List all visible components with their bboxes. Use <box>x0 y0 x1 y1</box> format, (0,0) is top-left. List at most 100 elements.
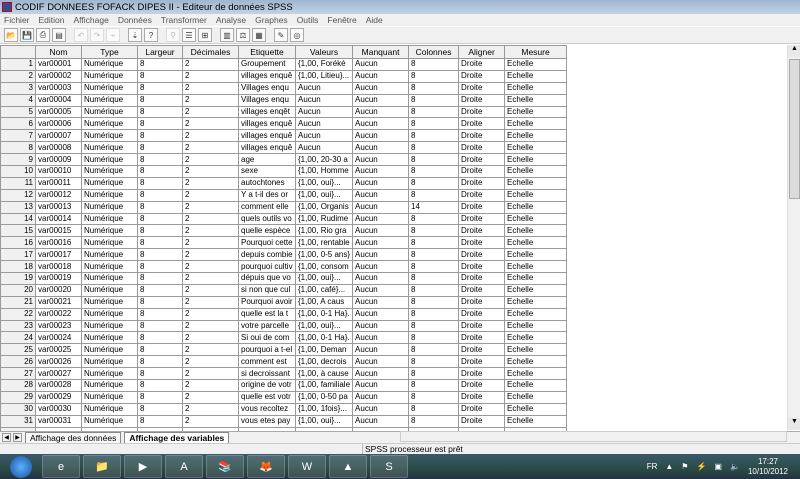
cell-nom[interactable]: var00031 <box>35 414 82 428</box>
word-icon[interactable]: W <box>288 455 326 478</box>
cell-valeurs[interactable]: Aucun <box>294 141 354 155</box>
cell-manquant[interactable]: Aucun <box>352 390 410 404</box>
language-indicator[interactable]: FR <box>647 462 658 471</box>
firefox-icon[interactable]: 🦊 <box>247 455 285 478</box>
cell-valeurs[interactable]: {1,00, consom <box>294 260 354 274</box>
row-number[interactable]: 23 <box>0 319 36 333</box>
cell-largeur[interactable]: 8 <box>137 117 183 131</box>
cell-type[interactable]: Numérique <box>81 402 138 416</box>
cell-largeur[interactable]: 8 <box>137 295 183 309</box>
cell-décimales[interactable]: 2 <box>182 212 239 226</box>
row-number[interactable]: 1 <box>0 58 36 71</box>
vlc-icon[interactable]: ▲ <box>329 455 367 478</box>
row-number[interactable]: 3 <box>0 81 36 95</box>
cell-colonnes[interactable]: 8 <box>408 414 460 428</box>
cell-colonnes[interactable]: 8 <box>408 117 460 131</box>
cell-aligner[interactable]: Droite <box>458 295 506 309</box>
cell-type[interactable]: Numérique <box>81 165 138 178</box>
column-header[interactable]: Nom <box>35 45 82 59</box>
menu-8[interactable]: Fenêtre <box>323 14 361 26</box>
cell-etiquette[interactable]: comment est <box>238 355 296 369</box>
tab-prev-icon[interactable]: ◀ <box>2 433 11 442</box>
cell-nom[interactable]: var00019 <box>35 272 82 285</box>
cell-largeur[interactable]: 8 <box>137 176 183 190</box>
cell-largeur[interactable]: 8 <box>137 355 183 369</box>
row-number[interactable]: 22 <box>0 307 36 321</box>
cell-type[interactable]: Numérique <box>81 379 138 392</box>
cell-aligner[interactable]: Droite <box>458 343 506 357</box>
cell-nom[interactable]: var00002 <box>35 69 82 83</box>
open-icon[interactable]: 📂 <box>4 28 18 42</box>
cell-colonnes[interactable]: 8 <box>408 390 460 404</box>
cell-valeurs[interactable]: Aucun <box>294 93 354 107</box>
cell-etiquette[interactable]: Y a t-il des or <box>238 188 296 202</box>
column-header[interactable]: Colonnes <box>408 45 460 59</box>
cell-aligner[interactable]: Droite <box>458 260 506 274</box>
cell-colonnes[interactable]: 8 <box>408 236 460 250</box>
cell-largeur[interactable]: 8 <box>137 200 183 214</box>
cell-nom[interactable]: var00009 <box>35 153 82 167</box>
cell-colonnes[interactable]: 8 <box>408 307 460 321</box>
cell-décimales[interactable]: 2 <box>182 153 239 167</box>
cell-valeurs[interactable]: {1,00, 0-50 pa <box>294 390 354 404</box>
cell-manquant[interactable]: Aucun <box>352 81 410 95</box>
menu-3[interactable]: Données <box>114 14 157 26</box>
cell-largeur[interactable]: 8 <box>137 188 183 202</box>
cell-nom[interactable]: var00027 <box>35 367 82 381</box>
cell-type[interactable]: Numérique <box>81 260 138 274</box>
cell-manquant[interactable]: Aucun <box>352 58 410 71</box>
cell-mesure[interactable]: Echelle <box>504 153 568 167</box>
horizontal-scrollbar[interactable] <box>400 431 787 442</box>
cell-nom[interactable]: var00004 <box>35 93 82 107</box>
cell-décimales[interactable]: 2 <box>182 93 239 107</box>
cell-valeurs[interactable]: {1,00, Rudime <box>294 212 354 226</box>
redo-icon[interactable]: ↷ <box>90 28 104 42</box>
cell-valeurs[interactable]: {1,00, oui}... <box>294 176 354 190</box>
cell-nom[interactable]: var00016 <box>35 236 82 250</box>
cell-mesure[interactable]: Echelle <box>504 367 568 381</box>
cell-colonnes[interactable]: 8 <box>408 272 460 285</box>
cell-etiquette[interactable]: autochtones <box>238 176 296 190</box>
cell-aligner[interactable]: Droite <box>458 81 506 95</box>
cell-largeur[interactable]: 8 <box>137 307 183 321</box>
column-header[interactable]: Mesure <box>504 45 568 59</box>
tab-variable-view[interactable]: Affichage des variables <box>124 432 230 443</box>
cell-manquant[interactable]: Aucun <box>352 141 410 155</box>
cell-etiquette[interactable]: Villages enqu <box>238 93 296 107</box>
cell-mesure[interactable]: Echelle <box>504 165 568 178</box>
cell-aligner[interactable]: Droite <box>458 200 506 214</box>
cell-aligner[interactable]: Droite <box>458 105 506 119</box>
menu-0[interactable]: Fichier <box>0 14 35 26</box>
row-number[interactable]: 21 <box>0 295 36 309</box>
cell-largeur[interactable]: 8 <box>137 414 183 428</box>
cell-colonnes[interactable]: 8 <box>408 69 460 83</box>
cell-largeur[interactable]: 8 <box>137 319 183 333</box>
cell-nom[interactable]: var00028 <box>35 379 82 392</box>
cell-décimales[interactable]: 2 <box>182 307 239 321</box>
cell-type[interactable]: Numérique <box>81 414 138 428</box>
cell-manquant[interactable]: Aucun <box>352 379 410 392</box>
column-header[interactable]: Manquant <box>352 45 410 59</box>
cell-valeurs[interactable]: Aucun <box>294 117 354 131</box>
cell-etiquette[interactable]: villages enquê <box>238 141 296 155</box>
weight-cases-icon[interactable]: ⚖ <box>236 28 250 42</box>
cell-décimales[interactable]: 2 <box>182 414 239 428</box>
cell-mesure[interactable]: Echelle <box>504 355 568 369</box>
cell-colonnes[interactable]: 8 <box>408 295 460 309</box>
cell-type[interactable]: Numérique <box>81 212 138 226</box>
show-hidden-icons-icon[interactable]: ▲ <box>665 462 673 471</box>
cell-nom[interactable]: var00023 <box>35 319 82 333</box>
cell-mesure[interactable]: Echelle <box>504 260 568 274</box>
find-icon[interactable]: ⚲ <box>166 28 180 42</box>
cell-manquant[interactable]: Aucun <box>352 331 410 345</box>
cell-nom[interactable]: var00029 <box>35 390 82 404</box>
cell-décimales[interactable]: 2 <box>182 224 239 238</box>
cell-manquant[interactable]: Aucun <box>352 212 410 226</box>
cell-aligner[interactable]: Droite <box>458 367 506 381</box>
cell-etiquette[interactable]: si non que cul <box>238 283 296 297</box>
cell-colonnes[interactable]: 8 <box>408 319 460 333</box>
row-number[interactable]: 12 <box>0 188 36 202</box>
power-icon[interactable]: ⚡ <box>696 462 706 471</box>
cell-largeur[interactable]: 8 <box>137 153 183 167</box>
cell-colonnes[interactable]: 8 <box>408 58 460 71</box>
